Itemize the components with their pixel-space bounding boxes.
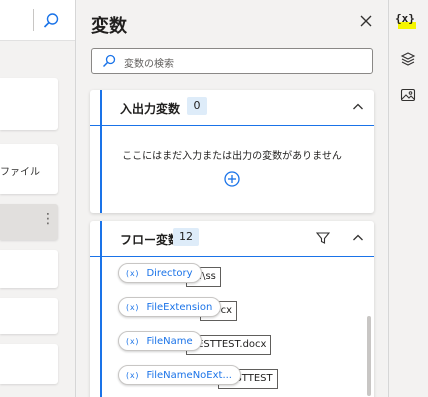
variable-icon: (x)	[125, 302, 140, 312]
variable-icon: (x)	[125, 268, 140, 278]
action-card[interactable]	[0, 344, 58, 384]
chevron-up-icon[interactable]	[352, 101, 364, 113]
search-icon[interactable]	[42, 12, 60, 30]
add-variable-icon[interactable]	[223, 170, 241, 188]
more-options-icon[interactable]: ⋮	[41, 212, 55, 226]
variable-pill[interactable]: (x) Directory	[118, 263, 202, 283]
layers-icon[interactable]	[400, 51, 416, 67]
chevron-up-icon[interactable]	[352, 232, 364, 244]
variable-row[interactable]: (x) FileNameNoExt... TESTTEST	[118, 365, 298, 391]
io-variables-section: 入出力変数 0 ここにはまだ入力または出力の変数がありません	[90, 90, 374, 213]
toolbar-divider	[33, 9, 34, 31]
left-pane: ファイル ⋮	[0, 0, 76, 397]
variable-name: Directory	[146, 267, 193, 279]
variable-pill[interactable]: (x) FileNameNoExt...	[118, 365, 241, 385]
action-card[interactable]	[0, 298, 58, 334]
variable-pill[interactable]: (x) FileName	[118, 331, 202, 351]
variable-name: FileExtension	[146, 301, 213, 313]
search-placeholder: 変数の検索	[124, 59, 174, 70]
left-pane-toolbar	[0, 0, 75, 41]
flow-variables-section: フロー変数 12 (x) Directory D:\ss (x) FileExt…	[90, 221, 374, 397]
variable-icon: (x)	[125, 370, 140, 380]
variable-icon: (x)	[125, 336, 140, 346]
variables-icon[interactable]: {x}	[395, 12, 415, 25]
variable-row[interactable]: (x) FileExtension .docx	[118, 297, 278, 323]
io-section-title: 入出力変数	[120, 102, 181, 116]
io-empty-message: ここにはまだ入力または出力の変数がありません	[122, 151, 342, 162]
flow-section-title: フロー変数	[120, 233, 181, 247]
image-icon[interactable]	[400, 87, 416, 103]
variable-pill[interactable]: (x) FileExtension	[118, 297, 222, 317]
io-count-badge: 0	[187, 97, 207, 115]
variable-row[interactable]: (x) FileName TESTTEST.docx	[118, 331, 278, 357]
action-card-label: ファイル	[0, 167, 40, 178]
io-section-header[interactable]: 入出力変数 0	[90, 90, 374, 126]
panel-title: 変数	[91, 16, 127, 37]
close-icon[interactable]	[359, 14, 373, 28]
action-card[interactable]	[0, 78, 58, 130]
variables-panel: 変数 変数の検索 入出力変数 0 ここにはまだ入力または出力の変数がありません	[77, 0, 387, 397]
variable-search-input[interactable]: 変数の検索	[91, 48, 373, 74]
filter-icon[interactable]	[316, 231, 330, 245]
flow-count-badge: 12	[173, 228, 199, 246]
variable-name: FileNameNoExt...	[146, 369, 232, 381]
action-card[interactable]	[0, 250, 58, 288]
variable-row[interactable]: (x) Directory D:\ss	[118, 263, 258, 289]
scrollbar[interactable]	[367, 316, 371, 396]
flow-section-header[interactable]: フロー変数 12	[90, 221, 374, 257]
search-icon	[102, 54, 116, 68]
right-rail: {x}	[388, 0, 428, 397]
variable-name: FileName	[146, 335, 193, 347]
